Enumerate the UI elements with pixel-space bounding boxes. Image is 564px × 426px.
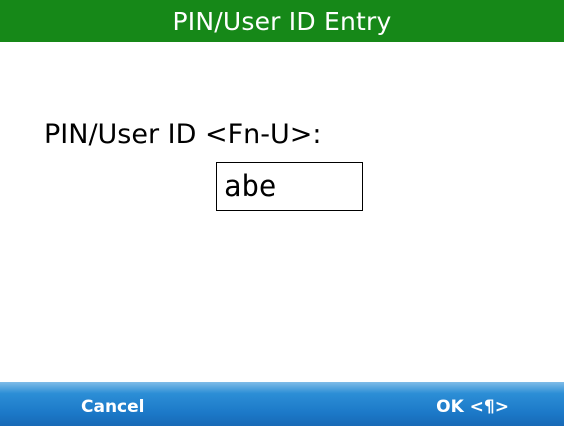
ok-button[interactable]: OK <¶> [436, 382, 509, 426]
pin-user-id-input[interactable]: abe [216, 162, 363, 211]
softkey-bar: Cancel OK <¶> [0, 382, 564, 426]
pin-user-id-label: PIN/User ID <Fn-U>: [44, 119, 322, 150]
content-area: PIN/User ID <Fn-U>: abe [0, 42, 564, 382]
cancel-button[interactable]: Cancel [81, 382, 144, 426]
window-title: PIN/User ID Entry [172, 6, 392, 36]
title-bar: PIN/User ID Entry [0, 0, 564, 42]
pin-entry-screen: PIN/User ID Entry PIN/User ID <Fn-U>: ab… [0, 0, 564, 426]
